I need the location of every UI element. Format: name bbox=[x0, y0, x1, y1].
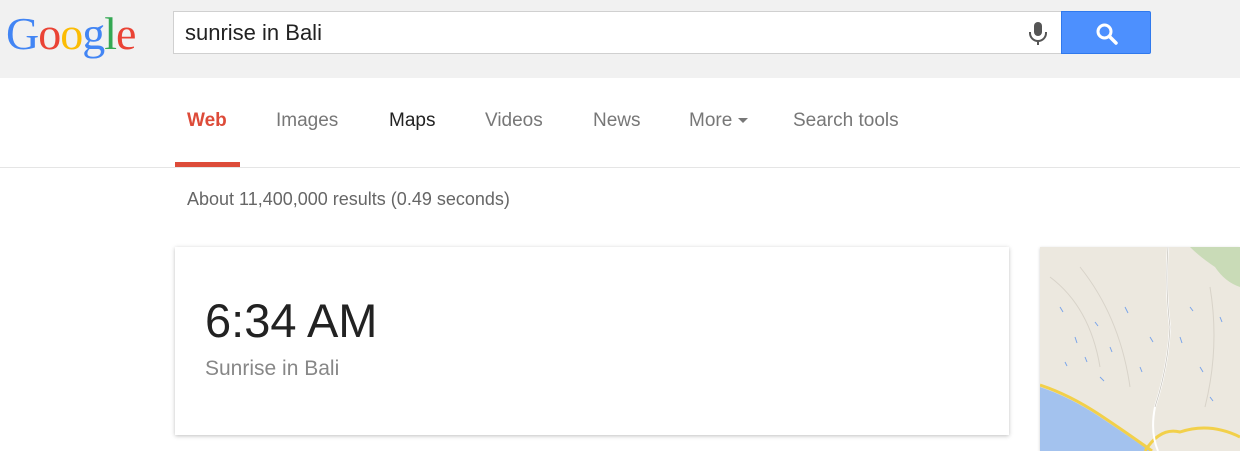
tab-more-label: More bbox=[689, 110, 733, 131]
search-box bbox=[173, 11, 1061, 54]
search-button[interactable] bbox=[1061, 11, 1151, 54]
search-input[interactable] bbox=[185, 12, 1005, 53]
tab-search-tools[interactable]: Search tools bbox=[793, 78, 899, 167]
answer-card: 6:34 AM Sunrise in Bali bbox=[175, 247, 1009, 435]
tab-more[interactable]: More bbox=[689, 78, 749, 167]
map-thumbnail[interactable] bbox=[1040, 247, 1240, 451]
logo-letter: e bbox=[116, 8, 136, 59]
map-image bbox=[1040, 247, 1240, 451]
logo-letter: o bbox=[38, 8, 61, 59]
microphone-icon[interactable] bbox=[1027, 21, 1049, 47]
logo-letter: g bbox=[82, 8, 105, 59]
magnifier-icon bbox=[1096, 23, 1118, 45]
tab-images[interactable]: Images bbox=[276, 78, 338, 167]
caret-down-icon bbox=[738, 118, 749, 124]
tab-videos[interactable]: Videos bbox=[485, 78, 543, 167]
answer-subtitle: Sunrise in Bali bbox=[205, 357, 340, 380]
logo-letter: l bbox=[104, 8, 117, 59]
active-tab-indicator bbox=[175, 162, 240, 167]
search-nav: Web Images Maps Videos News More Search … bbox=[0, 78, 1240, 168]
sunrise-time: 6:34 AM bbox=[205, 294, 378, 347]
header-bar: Google bbox=[0, 0, 1240, 78]
tab-news[interactable]: News bbox=[593, 78, 641, 167]
google-logo[interactable]: Google bbox=[6, 4, 136, 64]
logo-letter: G bbox=[6, 8, 39, 59]
tab-web[interactable]: Web bbox=[187, 78, 227, 167]
tab-maps[interactable]: Maps bbox=[389, 78, 435, 167]
logo-letter: o bbox=[60, 8, 83, 59]
result-stats: About 11,400,000 results (0.49 seconds) bbox=[187, 189, 510, 209]
